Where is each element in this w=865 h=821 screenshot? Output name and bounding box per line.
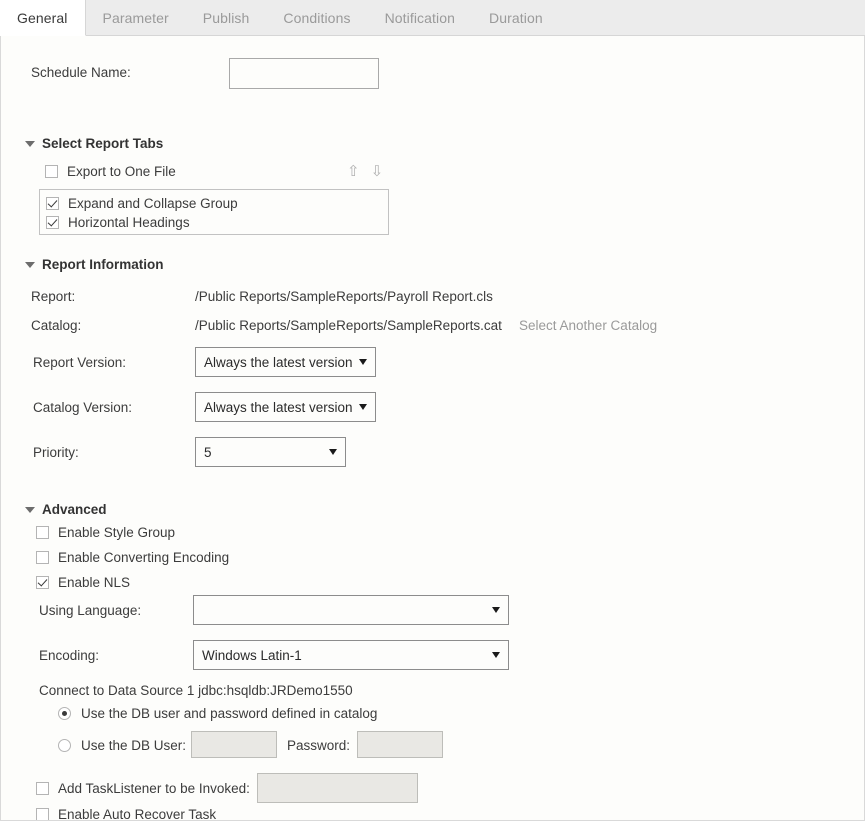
radio-use-catalog-credentials-row[interactable]: Use the DB user and password defined in … [58, 706, 377, 721]
checkbox-add-tasklistener-row[interactable]: Add TaskListener to be Invoked: [36, 781, 250, 796]
tab-general-label: General [17, 10, 68, 26]
encoding-select[interactable]: Windows Latin-1 [193, 640, 509, 670]
section-select-report-tabs-label: Select Report Tabs [42, 136, 163, 151]
add-tasklistener-label[interactable]: Add TaskListener to be Invoked: [58, 781, 250, 796]
general-tab-panel: Schedule Name: Select Report Tabs Export… [0, 36, 865, 821]
tab-bar: General Parameter Publish Conditions Not… [0, 0, 865, 36]
select-another-catalog-link[interactable]: Select Another Catalog [519, 318, 657, 333]
arrow-up-icon[interactable]: ⇧ [347, 164, 360, 179]
tab-publish[interactable]: Publish [186, 0, 267, 35]
chevron-down-icon [492, 607, 500, 613]
datasource-connection-text: Connect to Data Source 1 jdbc:hsqldb:JRD… [39, 683, 353, 698]
export-to-one-file-label[interactable]: Export to One File [67, 164, 176, 179]
priority-label: Priority: [33, 445, 79, 460]
use-catalog-credentials-radio[interactable] [58, 707, 71, 720]
password-label: Password: [287, 738, 350, 753]
catalog-path-label: Catalog: [31, 318, 81, 333]
tab-parameter[interactable]: Parameter [86, 0, 186, 35]
use-catalog-credentials-label[interactable]: Use the DB user and password defined in … [81, 706, 377, 721]
tab-conditions[interactable]: Conditions [266, 0, 367, 35]
report-version-select[interactable]: Always the latest version [195, 347, 376, 377]
expand-collapse-group-label: Expand and Collapse Group [68, 196, 238, 211]
enable-converting-encoding-label[interactable]: Enable Converting Encoding [58, 550, 229, 565]
priority-select[interactable]: 5 [195, 437, 346, 467]
section-advanced-label: Advanced [42, 502, 107, 517]
tab-parameter-label: Parameter [103, 10, 169, 26]
db-user-input[interactable] [191, 731, 277, 758]
section-advanced[interactable]: Advanced [25, 502, 107, 517]
tab-notification-label: Notification [385, 10, 455, 26]
use-db-user-radio[interactable] [58, 739, 71, 752]
section-report-information[interactable]: Report Information [25, 257, 164, 272]
using-language-select[interactable] [193, 595, 509, 625]
tab-publish-label: Publish [203, 10, 250, 26]
tab-general[interactable]: General [0, 0, 86, 36]
add-tasklistener-checkbox[interactable] [36, 782, 49, 795]
schedule-name-input[interactable] [229, 58, 379, 89]
section-report-information-label: Report Information [42, 257, 164, 272]
encoding-value: Windows Latin-1 [202, 648, 486, 663]
tasklistener-input[interactable] [257, 773, 418, 803]
use-db-user-label[interactable]: Use the DB User: [81, 738, 186, 753]
schedule-name-row: Schedule Name: [1, 58, 864, 90]
checkbox-export-to-one-file-row[interactable]: Export to One File [45, 164, 176, 179]
tab-notification[interactable]: Notification [368, 0, 472, 35]
chevron-down-icon [25, 507, 35, 513]
chevron-down-icon [329, 449, 337, 455]
password-input[interactable] [357, 731, 443, 758]
arrow-down-icon[interactable]: ⇩ [371, 164, 384, 179]
report-version-label: Report Version: [33, 355, 126, 370]
horizontal-headings-label: Horizontal Headings [68, 215, 190, 230]
list-item[interactable]: Horizontal Headings [46, 213, 388, 232]
schedule-task-dialog: General Parameter Publish Conditions Not… [0, 0, 865, 821]
enable-nls-label[interactable]: Enable NLS [58, 575, 130, 590]
checkbox-enable-style-group-row[interactable]: Enable Style Group [36, 525, 175, 540]
radio-use-db-user-row[interactable]: Use the DB User: [58, 738, 186, 753]
using-language-label: Using Language: [39, 603, 141, 618]
export-to-one-file-checkbox[interactable] [45, 165, 58, 178]
report-version-value: Always the latest version [204, 355, 353, 370]
checkbox-enable-converting-encoding-row[interactable]: Enable Converting Encoding [36, 550, 229, 565]
tab-conditions-label: Conditions [283, 10, 350, 26]
report-path-label: Report: [31, 289, 75, 304]
catalog-version-select[interactable]: Always the latest version [195, 392, 376, 422]
enable-converting-encoding-checkbox[interactable] [36, 551, 49, 564]
checkbox-enable-auto-recover-row[interactable]: Enable Auto Recover Task [36, 807, 216, 821]
report-path-value: /Public Reports/SampleReports/Payroll Re… [195, 289, 493, 304]
enable-auto-recover-checkbox[interactable] [36, 808, 49, 821]
list-item[interactable]: Expand and Collapse Group [46, 194, 388, 213]
chevron-down-icon [359, 359, 367, 365]
section-select-report-tabs[interactable]: Select Report Tabs [25, 136, 163, 151]
schedule-name-label: Schedule Name: [31, 65, 131, 80]
chevron-down-icon [359, 404, 367, 410]
tab-duration-label: Duration [489, 10, 543, 26]
enable-style-group-checkbox[interactable] [36, 526, 49, 539]
catalog-version-value: Always the latest version [204, 400, 353, 415]
chevron-down-icon [492, 652, 500, 658]
catalog-version-label: Catalog Version: [33, 400, 132, 415]
priority-value: 5 [204, 445, 323, 460]
tab-duration[interactable]: Duration [472, 0, 560, 35]
horizontal-headings-checkbox[interactable] [46, 216, 59, 229]
chevron-down-icon [25, 262, 35, 268]
enable-auto-recover-label[interactable]: Enable Auto Recover Task [58, 807, 216, 821]
enable-nls-checkbox[interactable] [36, 576, 49, 589]
enable-style-group-label[interactable]: Enable Style Group [58, 525, 175, 540]
reorder-controls: ⇧ ⇩ [347, 164, 383, 179]
report-tabs-listbox[interactable]: Expand and Collapse Group Horizontal Hea… [39, 189, 389, 235]
expand-collapse-group-checkbox[interactable] [46, 197, 59, 210]
catalog-path-value: /Public Reports/SampleReports/SampleRepo… [195, 318, 502, 333]
encoding-label: Encoding: [39, 648, 99, 663]
chevron-down-icon [25, 141, 35, 147]
checkbox-enable-nls-row[interactable]: Enable NLS [36, 575, 130, 590]
